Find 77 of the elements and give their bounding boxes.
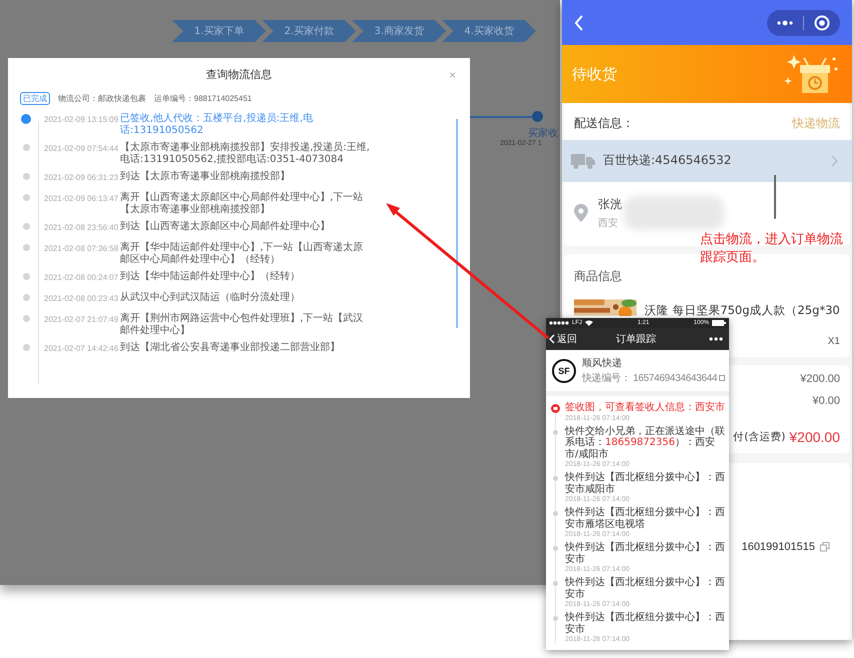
event-text: 快件到达【西北枢纽分拨中心】：西安市咸阳市 xyxy=(565,472,726,495)
event-text: 离开【华中陆运邮件处理中心】,下一站【山西寄递太原邮区中心局邮件处理中心】（经转） xyxy=(120,242,364,266)
close-button[interactable]: × xyxy=(446,68,458,82)
progress-dot xyxy=(532,111,543,122)
back-icon xyxy=(549,334,555,344)
courier-name: 顺风快递 xyxy=(582,356,623,370)
event-time: 2021-02-09 06:13:47 xyxy=(44,193,120,203)
step-label: 买家收 xyxy=(528,126,558,140)
timeline-dot xyxy=(553,430,558,434)
event-text: 已签收,他人代收：五楼平台,投递员:王维,电话:13191050562 xyxy=(120,113,314,137)
quantity-text: X1 xyxy=(828,336,840,347)
event-text: 离开【荆州市网路运营中心包件处理班】,下一站【武汉邮件处理中心】 xyxy=(120,313,364,337)
goods-label: 商品信息 xyxy=(574,268,623,285)
event-text: 到达【太原市寄递事业部桃南揽投部】 xyxy=(120,171,291,183)
target-icon[interactable] xyxy=(814,14,830,30)
page-title: 订单跟踪 xyxy=(616,332,656,346)
annotation-text: 点击物流，进入订单物流跟踪页面。 xyxy=(700,231,844,267)
battery-icon xyxy=(712,320,726,326)
recipient-address: 西安 xyxy=(598,216,619,230)
timeline-dot xyxy=(553,546,558,551)
order-number: 160199101515 xyxy=(742,541,815,553)
event-text: 快件交给小兄弟，正在派送途中（联系电话：18659872356）：西安市/咸阳市 xyxy=(565,426,726,460)
timeline-dot xyxy=(553,581,558,586)
signed-icon xyxy=(551,404,560,413)
back-icon[interactable] xyxy=(574,14,584,30)
status-title: 待收货 xyxy=(572,64,617,84)
event-text: 离开【山西寄递太原邮区中心局邮件处理中心】,下一站【太原市寄递事业部桃南揽投部】 xyxy=(120,192,364,216)
event-text: 快件到达【西北枢纽分拨中心】：西安市 xyxy=(565,612,726,635)
event-time: 2021-02-08 00:23:43 xyxy=(44,293,120,303)
menu-capsule[interactable] xyxy=(767,10,840,36)
progress-line xyxy=(470,116,532,118)
event-time: 2021-02-07 21:07:49 xyxy=(44,314,120,324)
delivery-label: 配送信息： xyxy=(574,115,634,132)
scrollbar[interactable] xyxy=(456,119,458,328)
signal-icon xyxy=(549,321,569,325)
event-text: 快件到达【西北枢纽分拨中心】：西安市雁塔区电视塔 xyxy=(565,507,726,530)
event-text: 签收图，可查看签收人信息：西安市 xyxy=(565,402,725,414)
company-text: 物流公司：邮政快递包裹 xyxy=(58,93,146,104)
product-title: 沃隆 每日坚果750g成人款（25g*30 xyxy=(644,303,840,317)
event-time: 2021-02-09 13:15:09 xyxy=(44,114,120,124)
timeline-dot xyxy=(553,476,558,481)
timeline-dot xyxy=(553,616,558,621)
price-value: ¥200.00 xyxy=(800,373,840,385)
event-time: 2021-02-07 14:42:46 xyxy=(44,343,120,353)
timeline-dot xyxy=(553,511,558,516)
copy-icon[interactable] xyxy=(719,375,726,381)
event-time: 2021-02-09 07:54:44 xyxy=(44,143,120,153)
event-time: 2021-02-09 06:31:23 xyxy=(44,172,120,182)
phone-link[interactable]: 18659872356 xyxy=(605,437,675,448)
event-text: 到达【湖北省公安县寄递事业部投递二部营业部】 xyxy=(120,342,341,354)
event-time: 2021-02-08 07:36:58 xyxy=(44,243,120,253)
event-text: 到达【华中陆运邮件处理中心】（经转） xyxy=(120,271,301,283)
event-time: 2021-02-08 23:56:40 xyxy=(44,222,120,232)
event-text: 从武汉中心到武汉陆运（临时分流处理） xyxy=(120,292,301,304)
event-time: 2021-02-08 00:24:07 xyxy=(44,272,120,282)
price-label: 付(含运费) xyxy=(733,430,786,444)
status-tag: 已完成 xyxy=(20,92,50,105)
courier-logo: SF xyxy=(552,358,576,382)
truck-icon xyxy=(571,152,595,168)
event-text: 【太原市寄递事业部桃南揽投部】安排投递,投递员:王维,电话:13191050562,揽投部电话:0351-4073084 xyxy=(120,142,371,166)
tracking-number: 快递编号： 1657469434643644 xyxy=(582,372,718,385)
gift-icon xyxy=(784,53,840,95)
price-value: ¥0.00 xyxy=(812,395,840,407)
courier-row[interactable]: 百世快递:4546546532 xyxy=(562,140,852,182)
waybill-text: 运单编号：9881714025451 xyxy=(154,93,252,104)
more-icon[interactable] xyxy=(709,337,723,341)
dialog-title: 查询物流信息 xyxy=(206,66,272,82)
more-icon[interactable] xyxy=(777,20,793,26)
chevron-icon xyxy=(831,154,838,166)
wifi-icon xyxy=(585,320,594,326)
price-value: ¥200.00 xyxy=(789,429,840,445)
event-text: 快件到达【西北枢纽分拨中心】：西安市 xyxy=(565,542,726,565)
location-pin-icon xyxy=(574,204,588,222)
event-text: 快件到达【西北枢纽分拨中心】：西安市 xyxy=(565,577,726,600)
recipient-name: 张洸 xyxy=(598,196,622,213)
back-button[interactable]: 返回 xyxy=(549,332,577,346)
event-text: 到达【山西寄递太原邮区中心局邮件处理中心】 xyxy=(120,221,331,233)
